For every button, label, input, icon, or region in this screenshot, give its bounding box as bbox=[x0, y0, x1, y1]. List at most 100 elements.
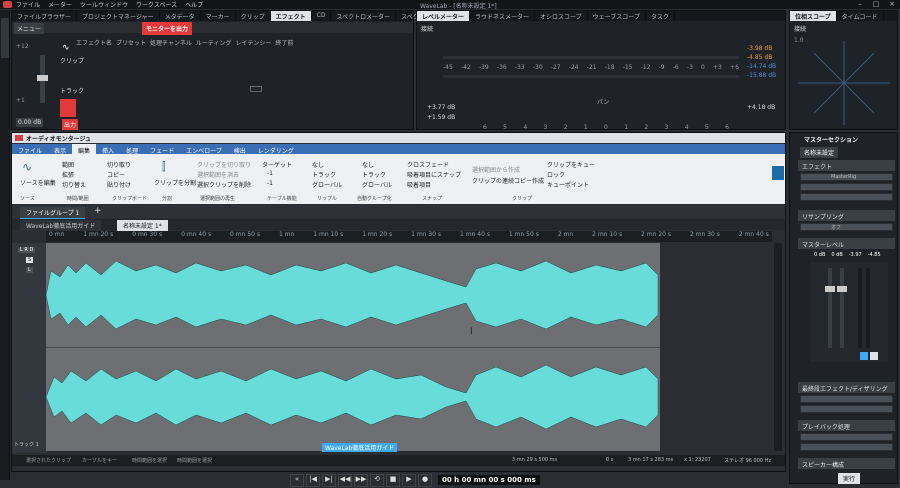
loop-icon[interactable]: ⟲ bbox=[370, 474, 384, 487]
minus1-dropdown[interactable]: -1 bbox=[267, 170, 273, 177]
menu-meter[interactable]: メーター bbox=[48, 0, 72, 9]
status-time-range-2[interactable]: 時間範囲を選択 bbox=[177, 457, 212, 464]
play-icon[interactable]: ▶ bbox=[402, 474, 416, 487]
prev-icon[interactable]: « bbox=[290, 474, 304, 487]
tab-task[interactable]: タスク bbox=[646, 11, 675, 21]
track-left[interactable]: L bbox=[26, 267, 33, 273]
sel-clip-delete-button[interactable]: 選択クリップを削除 bbox=[197, 180, 251, 189]
master-preset[interactable]: 名称未設定 bbox=[800, 147, 839, 158]
gain-value[interactable]: 0.00 dB bbox=[16, 118, 44, 127]
copy-button[interactable]: コピー bbox=[107, 170, 125, 179]
ms-fader-area[interactable] bbox=[810, 262, 888, 362]
clip-cue-toggle[interactable]: クリップをキュー bbox=[547, 160, 595, 169]
rewind-icon[interactable]: ◀◀ bbox=[338, 474, 352, 487]
time-ruler[interactable]: 0 mn 1 mn 20 s 0 mn 30 s 0 mn 40 s 0 mn … bbox=[46, 231, 772, 242]
monitor-output-button[interactable]: モニターを出力 bbox=[142, 22, 193, 35]
add-group-icon[interactable]: + bbox=[94, 206, 102, 216]
split-clip-icon[interactable]: ⫿ bbox=[162, 160, 182, 174]
tab-project-manager[interactable]: プロジェクトマネージャー bbox=[77, 11, 160, 21]
tab-timecode[interactable]: タイムコード bbox=[837, 11, 884, 21]
ms-effect-slot-1[interactable]: MasterRig bbox=[800, 173, 893, 181]
status-selected-clip[interactable]: 選択されたクリップ bbox=[26, 457, 71, 464]
status-time-range-1[interactable]: 時間範囲を選択 bbox=[132, 457, 167, 464]
ripple-global[interactable]: グローバル bbox=[312, 180, 342, 189]
ms-resampling-slot[interactable]: オフ bbox=[800, 223, 893, 231]
file-tab-guide[interactable]: WaveLab徹底活用ガイド bbox=[20, 220, 102, 231]
ms-final-slot-2[interactable] bbox=[800, 405, 893, 413]
tab-spectrometer[interactable]: スペクトロメーター bbox=[331, 11, 397, 21]
source-edit-button[interactable]: ソースを編集 bbox=[20, 178, 56, 187]
tab-clip[interactable]: クリップ bbox=[236, 11, 271, 21]
tab-wavescope[interactable]: ウェーブスコープ bbox=[588, 11, 646, 21]
snap-item-toggle[interactable]: 吸着項目 bbox=[407, 180, 431, 189]
ripple-track[interactable]: トラック bbox=[312, 170, 336, 179]
ms-playback-slot-2[interactable] bbox=[800, 443, 893, 451]
ribbon-tab-fade[interactable]: フェード bbox=[144, 144, 180, 155]
ms-fader-l-knob[interactable] bbox=[825, 286, 835, 292]
menu-file[interactable]: ファイル bbox=[16, 0, 40, 9]
ms-link-icon[interactable] bbox=[860, 352, 868, 360]
waveform-right-channel[interactable] bbox=[46, 353, 660, 441]
ribbon-tab-file[interactable]: ファイル bbox=[12, 144, 48, 155]
ms-playback-slot-1[interactable] bbox=[800, 433, 893, 441]
minus1b-dropdown[interactable]: -1 bbox=[267, 180, 273, 187]
clip-waveform-icon[interactable]: ∿ bbox=[62, 43, 78, 53]
meter-connect-label[interactable]: 接続 bbox=[421, 24, 433, 33]
group-none[interactable]: なし bbox=[362, 160, 374, 169]
lock-toggle[interactable]: ロック bbox=[547, 170, 565, 179]
tab-oscilloscope[interactable]: オシロスコープ bbox=[535, 11, 588, 21]
output-icon[interactable] bbox=[60, 99, 76, 117]
ripple-none[interactable]: なし bbox=[312, 160, 324, 169]
minimize-icon[interactable]: – bbox=[854, 0, 866, 9]
ms-effect-slot-2[interactable] bbox=[800, 183, 893, 191]
go-end-icon[interactable]: ▶| bbox=[322, 474, 336, 487]
ribbon-tab-render[interactable]: レンダリング bbox=[252, 144, 300, 155]
ms-render-button[interactable]: 実行 bbox=[838, 473, 861, 484]
ribbon-tab-view[interactable]: 表示 bbox=[48, 144, 72, 155]
waveform-area[interactable]: I WaveLab徹底活用ガイド bbox=[46, 243, 660, 452]
split-clip-button[interactable]: クリップを分割 bbox=[154, 178, 196, 187]
tab-file-browser[interactable]: ファイルブラウザー bbox=[12, 11, 78, 21]
ribbon-tab-envelope[interactable]: エンベロープ bbox=[180, 144, 228, 155]
go-start-icon[interactable]: |◀ bbox=[306, 474, 320, 487]
tab-phase-scope[interactable]: 位相スコープ bbox=[790, 11, 837, 21]
forward-icon[interactable]: ▶▶ bbox=[354, 474, 368, 487]
scope-label[interactable]: 接続 bbox=[794, 24, 806, 33]
effects-menu-button[interactable]: メニュー bbox=[14, 23, 45, 34]
record-icon[interactable]: ● bbox=[418, 474, 432, 487]
fader-knob[interactable] bbox=[37, 75, 48, 81]
ribbon-tab-process[interactable]: 処理 bbox=[120, 144, 144, 155]
expand-button[interactable]: 拡張 bbox=[62, 170, 74, 179]
crossfade-toggle[interactable]: クロスフェード bbox=[407, 160, 449, 169]
ms-final-slot-1[interactable] bbox=[800, 395, 893, 403]
tab-cd[interactable]: CD bbox=[312, 11, 332, 21]
tab-effects[interactable]: エフェクト bbox=[270, 11, 312, 21]
maximize-icon[interactable]: □ bbox=[870, 0, 882, 9]
menu-help[interactable]: ヘルプ bbox=[185, 0, 203, 9]
menu-workspace[interactable]: ワークスペース bbox=[136, 0, 177, 9]
ribbon-tab-detect[interactable]: 検出 bbox=[228, 144, 252, 155]
group-global[interactable]: グローバル bbox=[362, 180, 392, 189]
tab-marker[interactable]: マーカー bbox=[201, 11, 236, 21]
cubase-link-icon[interactable] bbox=[772, 166, 784, 180]
create-from-selection[interactable]: 選択範囲から作成 bbox=[472, 165, 520, 174]
target-dropdown[interactable]: ターゲット bbox=[262, 160, 292, 169]
side-tab-icon[interactable] bbox=[1, 18, 9, 58]
ribbon-tab-edit[interactable]: 編集 bbox=[72, 144, 97, 155]
clip-cut-button[interactable]: クリップを切り取り bbox=[197, 160, 251, 169]
stop-icon[interactable]: ■ bbox=[386, 474, 400, 487]
sel-delete-button[interactable]: 選択範囲を消去 bbox=[197, 170, 239, 179]
ms-effect-slot-3[interactable] bbox=[800, 193, 893, 201]
tab-metadata[interactable]: メタデータ bbox=[160, 11, 201, 21]
ms-lock-icon[interactable] bbox=[870, 352, 878, 360]
close-icon[interactable]: × bbox=[886, 0, 898, 9]
source-edit-icon[interactable]: ∿ bbox=[22, 160, 40, 174]
cue-point-button[interactable]: キューポイント bbox=[547, 180, 589, 189]
ms-fader-r[interactable] bbox=[837, 268, 847, 348]
track-lrd[interactable]: L R D bbox=[18, 247, 36, 253]
group-track[interactable]: トラック bbox=[362, 170, 386, 179]
menu-tool-window[interactable]: ツールウィンドウ bbox=[80, 0, 128, 9]
ms-fader-r-knob[interactable] bbox=[837, 286, 847, 292]
status-cursor-key[interactable]: カーソルをキー bbox=[82, 457, 117, 464]
ms-fader-l[interactable] bbox=[825, 268, 835, 348]
